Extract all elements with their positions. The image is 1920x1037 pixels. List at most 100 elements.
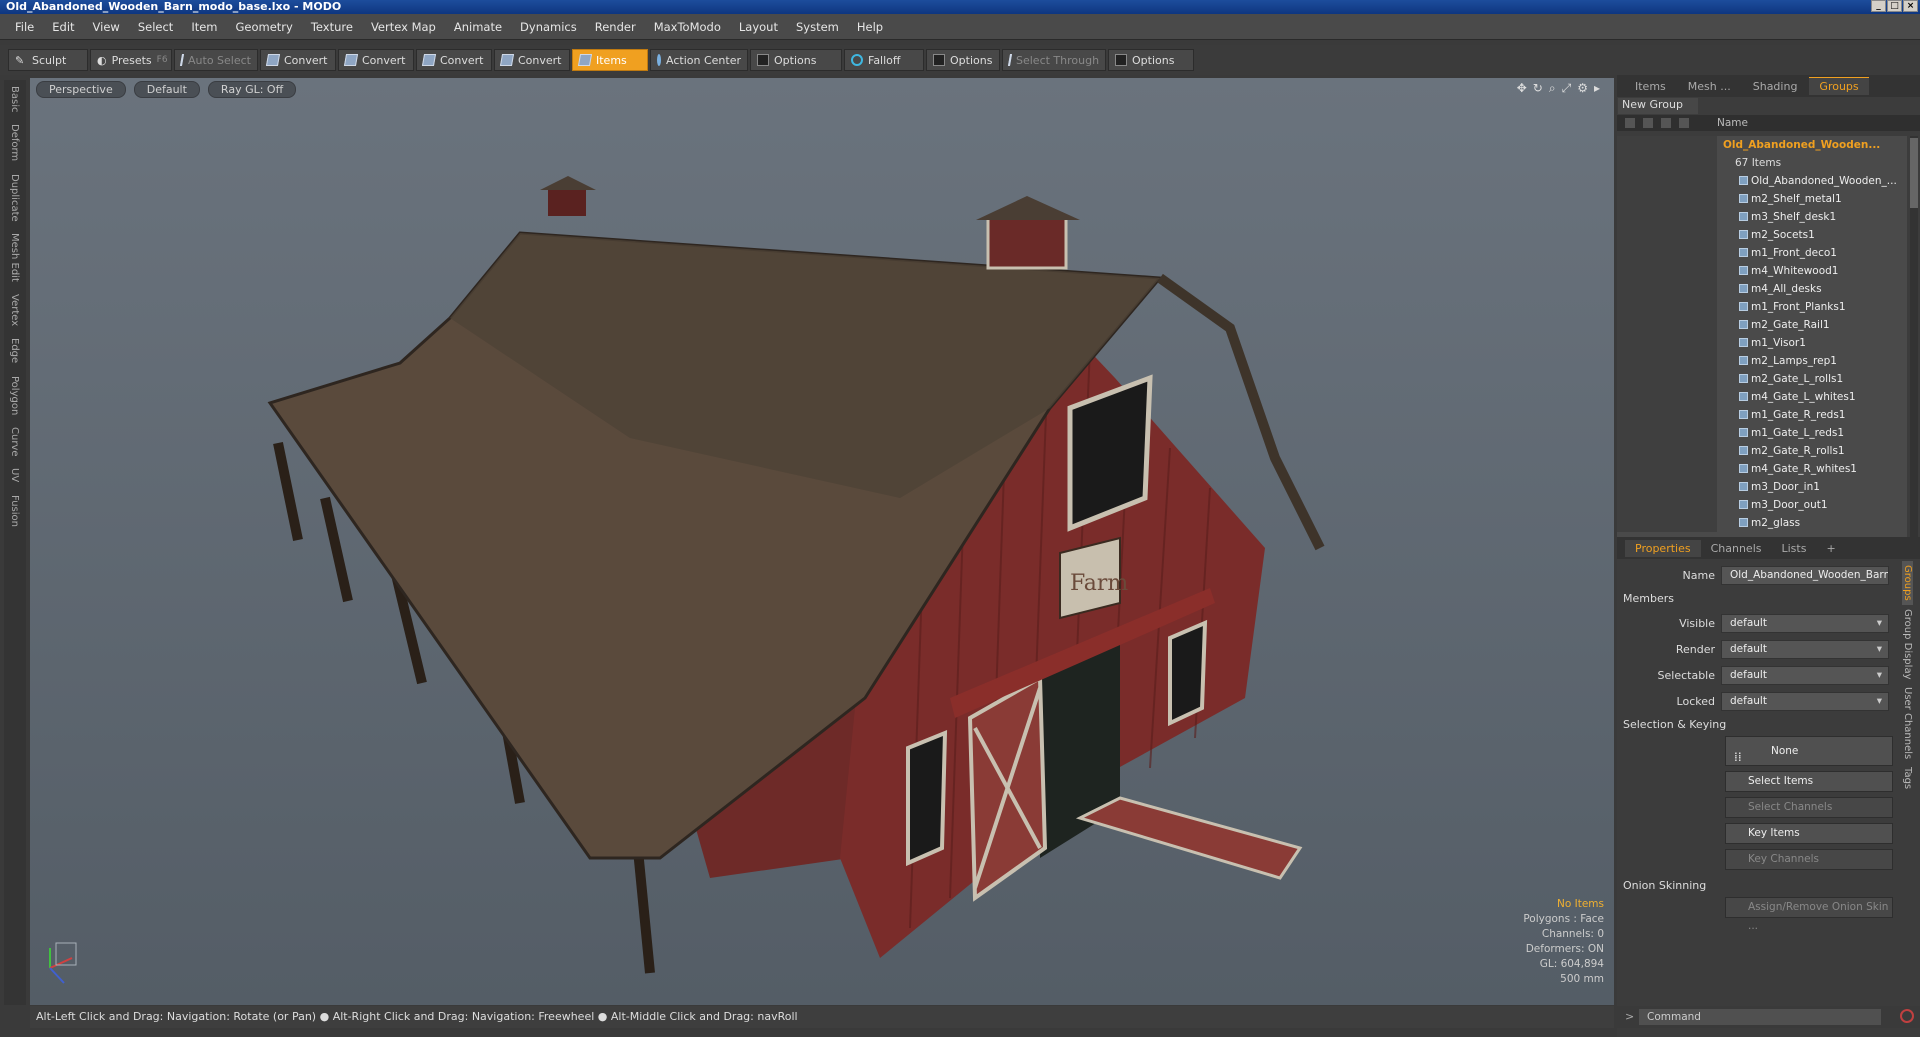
- select-through-options-button[interactable]: Options: [1108, 49, 1194, 71]
- menu-select[interactable]: Select: [129, 20, 182, 34]
- name-column-header[interactable]: Name: [1717, 117, 1748, 129]
- tab-channels[interactable]: Channels: [1701, 540, 1772, 557]
- name-field[interactable]: Old_Abandoned_Wooden_Barn (: [1721, 565, 1889, 585]
- action-center-options-button[interactable]: Options: [750, 49, 842, 71]
- select-items-button[interactable]: Select Items: [1725, 771, 1893, 792]
- command-input[interactable]: Command: [1639, 1009, 1881, 1025]
- list-item[interactable]: m3_Shelf_desk1: [1617, 208, 1907, 226]
- members-section[interactable]: Members: [1617, 588, 1897, 610]
- tab-fusion[interactable]: Fusion: [9, 489, 20, 533]
- list-item[interactable]: m4_Whitewood1: [1617, 262, 1907, 280]
- menu-item[interactable]: Item: [182, 20, 226, 34]
- falloff-button[interactable]: Falloff: [844, 49, 924, 71]
- zoom-icon[interactable]: ⌕: [1549, 81, 1556, 96]
- list-item[interactable]: m1_Gate_L_reds1: [1617, 424, 1907, 442]
- menu-vertex-map[interactable]: Vertex Map: [362, 20, 445, 34]
- list-item[interactable]: m3_Door_in1: [1617, 478, 1907, 496]
- list-item[interactable]: m4_Gate_L_whites1: [1617, 388, 1907, 406]
- tab-mesh[interactable]: Mesh ...: [1678, 78, 1741, 95]
- list-item[interactable]: m1_Front_Planks1: [1617, 298, 1907, 316]
- tab-properties[interactable]: Properties: [1625, 539, 1701, 557]
- assign-onion-skin-button[interactable]: Assign/Remove Onion Skin ...: [1725, 897, 1893, 932]
- menu-edit[interactable]: Edit: [43, 20, 83, 34]
- list-item[interactable]: m1_Front_deco1: [1617, 244, 1907, 262]
- selectable-dropdown[interactable]: default: [1721, 665, 1889, 685]
- tab-shading[interactable]: Shading: [1743, 78, 1808, 95]
- side-tab-user-channels[interactable]: User Channels: [1902, 683, 1913, 763]
- menu-dynamics[interactable]: Dynamics: [511, 20, 586, 34]
- 3d-viewport[interactable]: Farm Perspective Default Ray GL: Off ✥ ↻ ⌕…: [30, 78, 1614, 1005]
- tab-polygon[interactable]: Polygon: [9, 370, 20, 421]
- side-tab-tags[interactable]: Tags: [1902, 763, 1913, 793]
- convert-materials-button[interactable]: Convert: [494, 49, 570, 71]
- key-items-button[interactable]: Key Items: [1725, 823, 1893, 844]
- tab-edge[interactable]: Edge: [9, 332, 20, 369]
- list-item[interactable]: m2_Gate_Rail1: [1617, 316, 1907, 334]
- list-item[interactable]: m2_Gate_R_rolls1: [1617, 442, 1907, 460]
- rotate-icon[interactable]: ↻: [1533, 81, 1543, 96]
- tab-deform[interactable]: Deform: [9, 118, 20, 167]
- fit-icon[interactable]: ⤢: [1562, 81, 1572, 96]
- tab-vertex[interactable]: Vertex: [9, 288, 20, 332]
- convert-polygons-button[interactable]: Convert: [416, 49, 492, 71]
- group-row[interactable]: Old_Abandoned_Wooden...: [1617, 136, 1907, 154]
- menu-animate[interactable]: Animate: [445, 20, 511, 34]
- eye-icon[interactable]: [1625, 118, 1635, 128]
- list-item[interactable]: Old_Abandoned_Wooden_...: [1617, 172, 1907, 190]
- auto-select-button[interactable]: Auto Select: [174, 49, 258, 71]
- lock-icon[interactable]: [1661, 118, 1671, 128]
- list-item[interactable]: m1_Visor1: [1617, 334, 1907, 352]
- menu-render[interactable]: Render: [586, 20, 645, 34]
- presets-button[interactable]: ◐ Presets F6: [90, 49, 172, 71]
- menu-help[interactable]: Help: [848, 20, 892, 34]
- tab-items[interactable]: Items: [1625, 78, 1676, 95]
- record-icon[interactable]: [1900, 1009, 1914, 1023]
- tab-uv[interactable]: UV: [9, 462, 20, 488]
- convert-edges-button[interactable]: Convert: [338, 49, 414, 71]
- menu-geometry[interactable]: Geometry: [227, 20, 302, 34]
- menu-view[interactable]: View: [84, 20, 129, 34]
- add-tab-icon[interactable]: +: [1816, 540, 1845, 557]
- minimize-button[interactable]: _: [1871, 0, 1886, 12]
- menu-system[interactable]: System: [787, 20, 848, 34]
- key-channels-button[interactable]: Key Channels: [1725, 849, 1893, 870]
- list-item[interactable]: m1_Gate_R_reds1: [1617, 406, 1907, 424]
- arrow-right-icon[interactable]: ▸: [1594, 81, 1600, 96]
- list-scrollbar[interactable]: [1910, 136, 1918, 548]
- menu-maxtomodo[interactable]: MaxToModo: [645, 20, 730, 34]
- menu-texture[interactable]: Texture: [302, 20, 362, 34]
- list-item[interactable]: m4_Gate_R_whites1: [1617, 460, 1907, 478]
- select-channels-button[interactable]: Select Channels: [1725, 797, 1893, 818]
- view-type-dropdown[interactable]: Perspective: [36, 81, 126, 98]
- onion-skinning-section[interactable]: Onion Skinning: [1617, 875, 1897, 897]
- render-dropdown[interactable]: default: [1721, 639, 1889, 659]
- list-item[interactable]: m2_Shelf_metal1: [1617, 190, 1907, 208]
- sculpt-button[interactable]: ✎ Sculpt: [8, 49, 88, 71]
- none-button[interactable]: ⁞⁞ None: [1725, 736, 1893, 766]
- side-tab-group-display[interactable]: Group Display: [1902, 605, 1913, 683]
- select-icon[interactable]: [1679, 118, 1689, 128]
- shading-dropdown[interactable]: Default: [133, 81, 200, 98]
- convert-vertices-button[interactable]: Convert: [260, 49, 336, 71]
- action-center-button[interactable]: Action Center: [650, 49, 748, 71]
- menu-file[interactable]: File: [6, 20, 43, 34]
- new-group-button[interactable]: New Group: [1618, 98, 1698, 114]
- maximize-button[interactable]: □: [1887, 0, 1902, 12]
- tab-duplicate[interactable]: Duplicate: [9, 168, 20, 228]
- move-icon[interactable]: ✥: [1517, 81, 1527, 96]
- side-tab-groups[interactable]: Groups: [1902, 561, 1913, 605]
- list-item[interactable]: m2_glass: [1617, 514, 1907, 532]
- select-through-button[interactable]: Select Through: [1002, 49, 1106, 71]
- tab-groups[interactable]: Groups: [1809, 77, 1869, 95]
- falloff-options-button[interactable]: Options: [926, 49, 1000, 71]
- locked-dropdown[interactable]: default: [1721, 691, 1889, 711]
- tab-lists[interactable]: Lists: [1772, 540, 1817, 557]
- menu-layout[interactable]: Layout: [730, 20, 787, 34]
- close-button[interactable]: ×: [1903, 0, 1918, 12]
- items-mode-button[interactable]: Items: [572, 49, 648, 71]
- tab-curve[interactable]: Curve: [9, 421, 20, 463]
- list-item[interactable]: m2_Socets1: [1617, 226, 1907, 244]
- tab-mesh-edit[interactable]: Mesh Edit: [9, 227, 20, 288]
- list-item[interactable]: m3_Door_out1: [1617, 496, 1907, 514]
- tab-basic[interactable]: Basic: [9, 80, 20, 118]
